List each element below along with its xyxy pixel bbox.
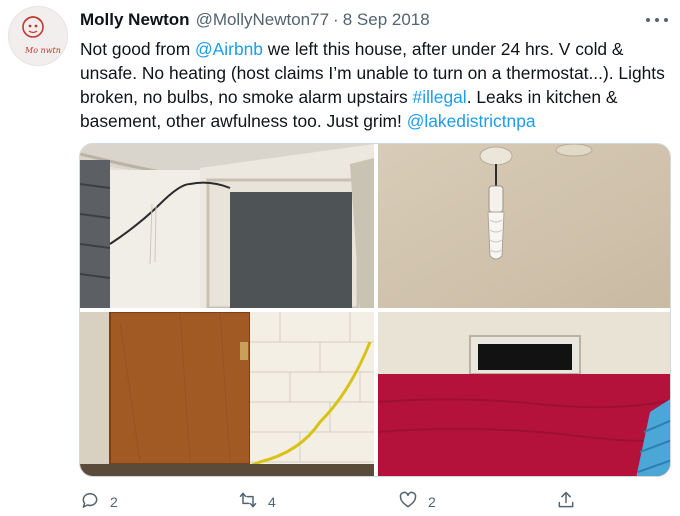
avatar-drawing: Mo nwtn xyxy=(22,16,61,55)
tweet-date[interactable]: 8 Sep 2018 xyxy=(343,10,430,30)
reply-count: 2 xyxy=(110,493,118,510)
like-count: 2 xyxy=(428,493,436,510)
photo-ceiling-lightbulb[interactable] xyxy=(378,144,670,308)
display-name[interactable]: Molly Newton xyxy=(80,10,190,30)
reply-button[interactable]: 2 xyxy=(80,490,118,513)
tweet-card[interactable]: Mo nwtn Molly Newton @MollyNewton77 · 8 … xyxy=(0,0,680,516)
mention-airbnb[interactable]: @Airbnb xyxy=(195,39,263,59)
photo-bed-vent[interactable] xyxy=(378,312,670,476)
more-options-icon[interactable] xyxy=(646,12,668,28)
tweet-header: Molly Newton @MollyNewton77 · 8 Sep 2018 xyxy=(80,10,430,32)
share-button[interactable] xyxy=(556,490,576,513)
avatar-signature: Mo nwtn xyxy=(24,46,61,55)
photo-door-wall[interactable] xyxy=(80,312,374,476)
reply-icon xyxy=(80,490,100,513)
retweet-count: 4 xyxy=(268,493,276,510)
hashtag-illegal[interactable]: #illegal xyxy=(413,87,467,107)
photo-ceiling-corner[interactable] xyxy=(80,144,374,308)
heart-icon xyxy=(398,490,418,513)
text-segment: Not good from xyxy=(80,39,196,59)
share-icon xyxy=(556,490,576,513)
retweet-icon xyxy=(238,490,258,513)
tweet-text: Not good from @Airbnb we left this house… xyxy=(80,37,670,133)
mention-lakedistrictnpa[interactable]: @lakedistrictnpa xyxy=(407,111,536,131)
retweet-button[interactable]: 4 xyxy=(238,490,276,513)
avatar[interactable]: Mo nwtn xyxy=(8,6,68,66)
user-handle[interactable]: @MollyNewton77 xyxy=(196,10,329,30)
like-button[interactable]: 2 xyxy=(398,490,436,513)
separator-dot: · xyxy=(333,10,339,29)
tweet-actions: 2 4 2 xyxy=(80,490,580,514)
media-grid xyxy=(79,143,671,477)
